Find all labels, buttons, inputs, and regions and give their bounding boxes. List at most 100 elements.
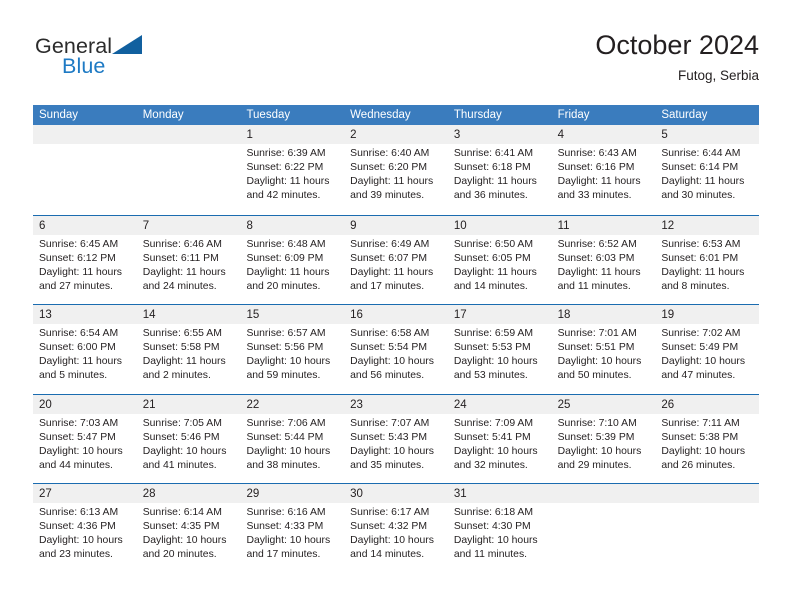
day-details: Sunrise: 6:44 AM Sunset: 6:14 PM Daylight:… — [655, 144, 759, 203]
day-cell[interactable]: 8 Sunrise: 6:48 AM Sunset: 6:09 PM Daylight… — [240, 215, 345, 304]
day-number-band: 24 — [447, 394, 552, 414]
sunset-text: Sunset: 5:53 PM — [453, 342, 531, 354]
sunset-text: Sunset: 6:14 PM — [661, 162, 739, 174]
day-number: 26 — [661, 398, 675, 411]
day-cell[interactable]: 9 Sunrise: 6:49 AM Sunset: 6:07 PM Daylight… — [344, 215, 448, 304]
day-number-band: 2 — [344, 125, 448, 144]
sunset-text: Sunset: 5:58 PM — [142, 342, 220, 354]
daylight-text: Daylight: 10 hours and 50 minutes. — [557, 356, 642, 382]
daylight-text: Daylight: 10 hours and 56 minutes. — [350, 356, 434, 382]
day-cell-empty — [655, 484, 760, 573]
sunset-text: Sunset: 6:07 PM — [350, 252, 427, 264]
day-cell[interactable]: 11 Sunrise: 6:52 AM Sunset: 6:03 PM Dayligh… — [551, 215, 656, 304]
sunset-text: Sunset: 5:51 PM — [557, 342, 635, 354]
day-details: Sunrise: 6:17 AM Sunset: 4:32 PM Daylight:… — [344, 503, 448, 562]
daylight-text: Daylight: 10 hours and 53 minutes. — [453, 356, 538, 382]
day-number-band: 25 — [551, 394, 656, 414]
day-cell[interactable]: 10 Sunrise: 6:50 AM Sunset: 6:05 PM Dayligh… — [447, 215, 552, 304]
daylight-text: Daylight: 11 hours and 20 minutes. — [246, 266, 330, 292]
day-cell[interactable]: 15 Sunrise: 6:57 AM Sunset: 5:56 PM Dayligh… — [240, 305, 345, 394]
day-number: 11 — [557, 219, 570, 232]
day-cell[interactable]: 16 Sunrise: 6:58 AM Sunset: 5:54 PM Dayligh… — [344, 305, 448, 394]
day-cell[interactable]: 31 Sunrise: 6:18 AM Sunset: 4:30 PM Dayligh… — [447, 484, 552, 573]
day-of-week-thursday: Thursday — [453, 109, 502, 121]
daylight-text: Daylight: 11 hours and 11 minutes. — [557, 266, 641, 292]
daylight-text: Daylight: 10 hours and 35 minutes. — [350, 445, 434, 471]
day-cell[interactable]: 1 Sunrise: 6:39 AM Sunset: 6:22 PM Daylight… — [240, 125, 345, 215]
calendar-week-row: 20 Sunrise: 7:03 AM Sunset: 5:47 PM Dayligh… — [33, 393, 760, 483]
day-number: 13 — [39, 309, 52, 321]
day-cell[interactable]: 19 Sunrise: 7:02 AM Sunset: 5:49 PM Dayligh… — [655, 305, 760, 394]
day-number-band: 15 — [240, 305, 345, 324]
daylight-text: Daylight: 11 hours and 2 minutes. — [142, 356, 226, 382]
day-number: 23 — [350, 398, 363, 411]
day-details: Sunrise: 6:39 AM Sunset: 6:22 PM Daylight:… — [240, 144, 344, 203]
day-of-week-header: Sunday Monday Tuesday Wednesday Thursday Frid… — [33, 105, 759, 125]
day-cell[interactable]: 26 Sunrise: 7:11 AM Sunset: 5:38 PM Dayligh… — [655, 394, 760, 483]
day-number: 24 — [453, 398, 467, 411]
sunset-text: Sunset: 4:36 PM — [39, 521, 116, 533]
sunset-text: Sunset: 6:09 PM — [246, 252, 324, 264]
sunrise-text: Sunrise: 6:54 AM — [39, 328, 119, 339]
sunset-text: Sunset: 5:49 PM — [661, 342, 739, 354]
daylight-text: Daylight: 11 hours and 30 minutes. — [661, 176, 745, 202]
calendar-week-row: 6 Sunrise: 6:45 AM Sunset: 6:12 PM Daylight… — [33, 214, 760, 304]
day-cell[interactable]: 7 Sunrise: 6:46 AM Sunset: 6:11 PM Daylight… — [136, 215, 241, 304]
day-cell[interactable]: 29 Sunrise: 6:16 AM Sunset: 4:33 PM Dayligh… — [240, 484, 345, 573]
day-cell[interactable]: 5 Sunrise: 6:44 AM Sunset: 6:14 PM Daylight… — [655, 125, 760, 215]
day-cell[interactable]: 30 Sunrise: 6:17 AM Sunset: 4:32 PM Dayligh… — [344, 484, 448, 573]
day-cell[interactable]: 24 Sunrise: 7:09 AM Sunset: 5:41 PM Dayligh… — [447, 394, 552, 483]
day-details: Sunrise: 7:01 AM Sunset: 5:51 PM Daylight:… — [552, 324, 656, 383]
brand-logo[interactable]: General Blue — [33, 34, 253, 90]
sunrise-text: Sunrise: 6:52 AM — [557, 238, 637, 250]
day-cell[interactable]: 12 Sunrise: 6:53 AM Sunset: 6:01 PM Dayligh… — [655, 215, 760, 304]
sunrise-text: Sunrise: 6:55 AM — [142, 328, 222, 339]
day-details: Sunrise: 6:48 AM Sunset: 6:09 PM Daylight:… — [240, 235, 344, 294]
day-number-band: 26 — [655, 394, 760, 414]
day-cell[interactable]: 4 Sunrise: 6:43 AM Sunset: 6:16 PM Daylight… — [551, 125, 656, 215]
day-cell[interactable]: 28 Sunrise: 6:14 AM Sunset: 4:35 PM Dayligh… — [136, 484, 241, 573]
day-cell[interactable]: 2 Sunrise: 6:40 AM Sunset: 6:20 PM Daylight… — [344, 125, 448, 215]
sunset-text: Sunset: 6:20 PM — [350, 162, 427, 174]
day-cell[interactable]: 21 Sunrise: 7:05 AM Sunset: 5:46 PM Dayligh… — [136, 394, 241, 483]
daylight-text: Daylight: 10 hours and 29 minutes. — [557, 445, 642, 471]
sunrise-text: Sunrise: 7:06 AM — [246, 417, 326, 429]
daylight-text: Daylight: 11 hours and 39 minutes. — [350, 176, 434, 202]
sunrise-text: Sunrise: 6:48 AM — [246, 238, 326, 250]
day-number-band: 18 — [551, 305, 656, 324]
sunset-text: Sunset: 5:43 PM — [350, 431, 427, 443]
day-cell[interactable]: 13 Sunrise: 6:54 AM Sunset: 6:00 PM Dayligh… — [33, 305, 137, 394]
day-cell[interactable]: 27 Sunrise: 6:13 AM Sunset: 4:36 PM Dayligh… — [33, 484, 137, 573]
day-number-band: 22 — [240, 394, 345, 414]
day-cell[interactable]: 25 Sunrise: 7:10 AM Sunset: 5:39 PM Dayligh… — [551, 394, 656, 483]
day-cell[interactable]: 23 Sunrise: 7:07 AM Sunset: 5:43 PM Dayligh… — [344, 394, 448, 483]
day-cell-empty — [33, 125, 137, 215]
sunset-text: Sunset: 5:56 PM — [246, 342, 324, 354]
day-number: 18 — [557, 309, 571, 321]
day-number: 30 — [350, 488, 363, 500]
day-cell[interactable]: 22 Sunrise: 7:06 AM Sunset: 5:44 PM Dayligh… — [240, 394, 345, 483]
day-cell[interactable]: 3 Sunrise: 6:41 AM Sunset: 6:18 PM Daylight… — [447, 125, 552, 215]
daylight-text: Daylight: 11 hours and 27 minutes. — [39, 266, 122, 292]
sunrise-text: Sunrise: 6:39 AM — [246, 148, 326, 159]
day-cell[interactable]: 6 Sunrise: 6:45 AM Sunset: 6:12 PM Daylight… — [33, 215, 137, 304]
day-cell[interactable]: 18 Sunrise: 7:01 AM Sunset: 5:51 PM Dayligh… — [551, 305, 656, 394]
day-details: Sunrise: 6:50 AM Sunset: 6:05 PM Daylight:… — [448, 235, 552, 294]
day-details: Sunrise: 7:03 AM Sunset: 5:47 PM Daylight:… — [33, 414, 137, 473]
day-cell[interactable]: 17 Sunrise: 6:59 AM Sunset: 5:53 PM Dayligh… — [447, 305, 552, 394]
day-number-band: 11 — [551, 215, 656, 235]
day-details: Sunrise: 6:18 AM Sunset: 4:30 PM Daylight:… — [448, 503, 552, 562]
day-number-band: 19 — [655, 305, 760, 324]
day-details: Sunrise: 6:13 AM Sunset: 4:36 PM Daylight:… — [33, 503, 137, 562]
day-number: 2 — [350, 129, 357, 141]
day-number-band: 13 — [33, 305, 137, 324]
day-number-band: 6 — [33, 215, 137, 235]
day-cell[interactable]: 20 Sunrise: 7:03 AM Sunset: 5:47 PM Dayligh… — [33, 394, 137, 483]
day-details: Sunrise: 6:14 AM Sunset: 4:35 PM Daylight:… — [137, 503, 241, 562]
triangle-icon — [112, 35, 142, 54]
day-number: 19 — [661, 309, 675, 321]
sunrise-text: Sunrise: 6:14 AM — [142, 507, 222, 518]
day-cell[interactable]: 14 Sunrise: 6:55 AM Sunset: 5:58 PM Dayligh… — [136, 305, 241, 394]
sunset-text: Sunset: 6:01 PM — [661, 252, 739, 264]
day-number-band — [551, 484, 656, 503]
